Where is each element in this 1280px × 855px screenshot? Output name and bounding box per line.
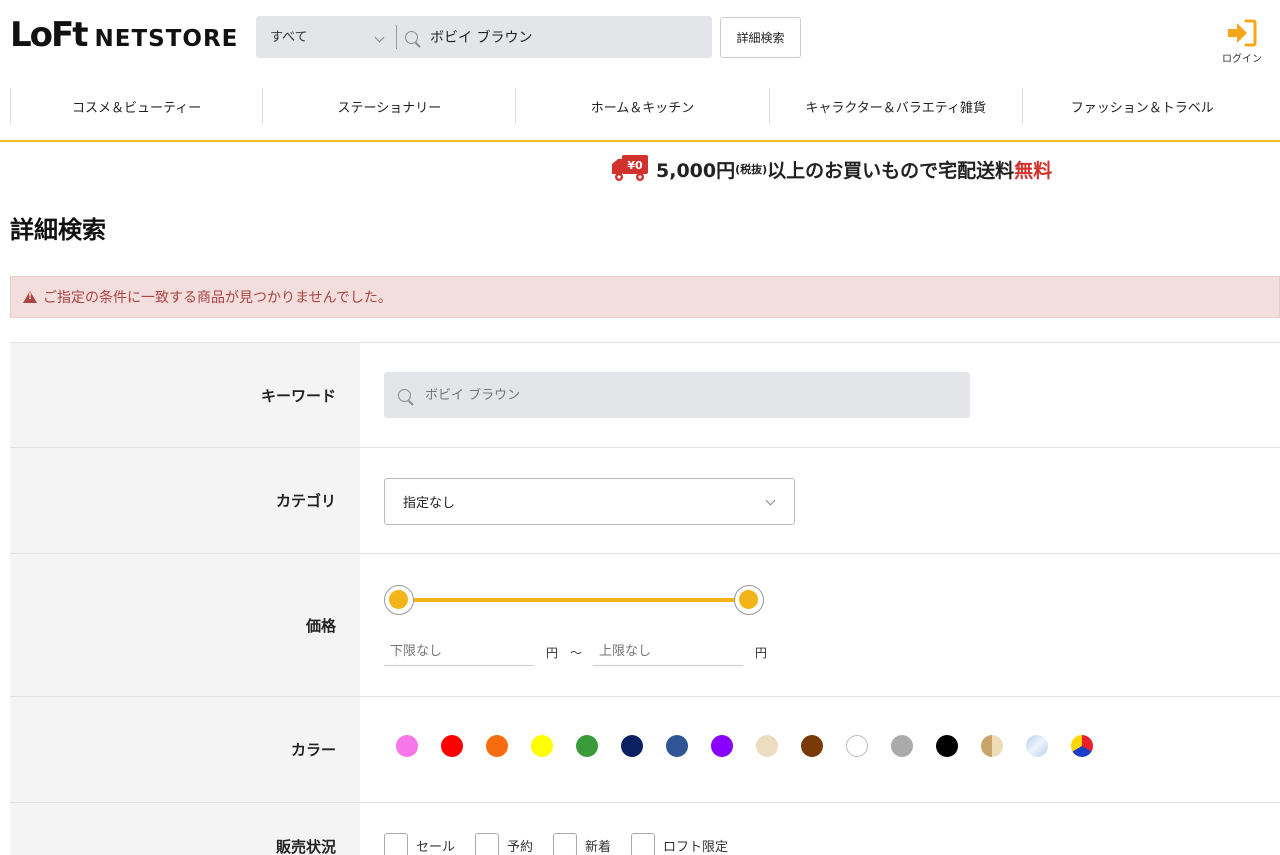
- search-scope-select[interactable]: すべて: [256, 16, 396, 58]
- nav-divider: [0, 140, 1280, 142]
- price-slider-min-handle[interactable]: [384, 585, 414, 615]
- alert-message: ご指定の条件に一致する商品が見つかりませんでした。: [43, 290, 392, 306]
- header: LoFt NETSTORE すべて ボビイ ブラウン 詳細検索 ログイン: [0, 0, 1280, 80]
- checkbox-label: 新着: [585, 839, 612, 855]
- login-button[interactable]: ログイン: [1214, 18, 1270, 68]
- checkbox-label: 予約: [507, 839, 534, 855]
- status-row: 販売状況 セール 予約 新着 ロフト限定: [10, 802, 1280, 855]
- status-options: セール 予約 新着 ロフト限定: [384, 833, 748, 855]
- truck-badge: ¥0: [627, 159, 643, 172]
- color-swatch-beige[interactable]: [756, 735, 778, 757]
- price-min-input[interactable]: [384, 638, 534, 666]
- color-swatch-yellow[interactable]: [531, 735, 553, 757]
- status-option-loft-limited[interactable]: ロフト限定: [631, 833, 728, 855]
- price-label: 価格: [10, 554, 360, 696]
- chevron-down-icon: [374, 32, 385, 43]
- status-option-preorder[interactable]: 予約: [475, 833, 533, 855]
- search-icon: [405, 30, 418, 44]
- color-field: [360, 697, 1280, 802]
- status-option-new[interactable]: 新着: [553, 833, 611, 855]
- search-icon: [398, 388, 411, 402]
- color-swatch-brown[interactable]: [801, 735, 823, 757]
- category-label: カテゴリ: [10, 448, 360, 553]
- color-swatch-black[interactable]: [936, 735, 958, 757]
- price-slider-max-handle[interactable]: [734, 585, 764, 615]
- price-max-unit: 円: [755, 646, 768, 660]
- page-title: 詳細検索: [10, 216, 106, 244]
- category-field: 指定なし: [360, 448, 1280, 553]
- keyword-label: キーワード: [10, 343, 360, 447]
- category-nav: コスメ＆ビューティー ステーショナリー ホーム＆キッチン キャラクター＆バラエテ…: [10, 88, 1280, 126]
- price-separator: ～: [570, 646, 583, 660]
- color-swatch-red[interactable]: [441, 735, 463, 757]
- nav-item-cosme[interactable]: コスメ＆ビューティー: [10, 88, 264, 124]
- color-row: カラー: [10, 696, 1280, 802]
- keyword-input[interactable]: [425, 387, 825, 403]
- login-label: ログイン: [1222, 54, 1262, 65]
- shipping-text: 以上のお買いもので宅配送料: [767, 159, 1015, 182]
- login-icon: [1222, 18, 1262, 48]
- category-value: 指定なし: [403, 496, 456, 511]
- checkbox-label: ロフト限定: [663, 839, 729, 855]
- shipping-banner[interactable]: ¥0 5,000円 (税抜) 以上のお買いもので宅配送料 無料: [610, 152, 1052, 186]
- status-field: セール 予約 新着 ロフト限定: [360, 803, 1280, 855]
- scope-divider: [396, 25, 397, 49]
- color-swatch-purple[interactable]: [711, 735, 733, 757]
- color-swatch-silver[interactable]: [1026, 735, 1048, 757]
- search-scope-value: すべて: [270, 30, 308, 45]
- price-row: 価格 円 ～ 円: [10, 553, 1280, 696]
- shipping-free: 無料: [1014, 159, 1053, 182]
- status-label: 販売状況: [10, 803, 360, 855]
- status-option-sale[interactable]: セール: [384, 833, 455, 855]
- color-swatches: [396, 735, 1116, 757]
- shipping-tax-note: (税抜): [735, 163, 768, 176]
- category-row: カテゴリ 指定なし: [10, 447, 1280, 553]
- color-swatch-pink[interactable]: [396, 735, 418, 757]
- logo-text: NETSTORE: [94, 26, 239, 52]
- color-swatch-orange[interactable]: [486, 735, 508, 757]
- site-logo[interactable]: LoFt NETSTORE: [10, 18, 238, 52]
- nav-item-character-variety[interactable]: キャラクター＆バラエティ雑貨: [770, 88, 1023, 124]
- price-field: 円 ～ 円: [360, 554, 1280, 696]
- nav-item-home-kitchen[interactable]: ホーム＆キッチン: [516, 88, 770, 124]
- color-swatch-multi[interactable]: [1071, 735, 1093, 757]
- search-input[interactable]: ボビイ ブラウン: [430, 27, 532, 47]
- color-swatch-gray[interactable]: [891, 735, 913, 757]
- checkbox-label: セール: [416, 839, 456, 855]
- checkbox[interactable]: [553, 833, 578, 855]
- color-label: カラー: [10, 697, 360, 802]
- price-max-input[interactable]: [593, 638, 743, 666]
- advanced-search-form: キーワード カテゴリ 指定なし 価格 円 ～: [10, 342, 1280, 855]
- keyword-row: キーワード: [10, 342, 1280, 447]
- truck-icon: ¥0: [610, 154, 650, 184]
- color-swatch-white[interactable]: [846, 735, 868, 757]
- checkbox[interactable]: [384, 833, 408, 855]
- color-swatch-blue[interactable]: [666, 735, 688, 757]
- checkbox[interactable]: [475, 833, 500, 855]
- shipping-threshold: 5,000円: [656, 159, 736, 182]
- checkbox[interactable]: [631, 833, 656, 855]
- nav-item-fashion-travel[interactable]: ファッション＆トラベル: [1023, 88, 1280, 124]
- color-swatch-gold[interactable]: [981, 735, 1003, 757]
- header-search: すべて ボビイ ブラウン: [256, 16, 712, 58]
- price-slider[interactable]: [384, 584, 766, 616]
- keyword-input-box[interactable]: [384, 372, 970, 418]
- no-results-alert: ご指定の条件に一致する商品が見つかりませんでした。: [10, 276, 1280, 318]
- price-min-unit: 円: [546, 646, 559, 660]
- nav-item-stationery[interactable]: ステーショナリー: [263, 88, 517, 124]
- keyword-field: [360, 343, 1280, 447]
- category-select[interactable]: 指定なし: [384, 478, 795, 525]
- price-slider-track: [400, 598, 750, 602]
- color-swatch-navy[interactable]: [621, 735, 643, 757]
- logo-mark: LoFt: [10, 15, 89, 55]
- warning-icon: [23, 291, 37, 303]
- advanced-search-button[interactable]: 詳細検索: [720, 17, 801, 58]
- color-swatch-green[interactable]: [576, 735, 598, 757]
- chevron-down-icon: [765, 495, 776, 506]
